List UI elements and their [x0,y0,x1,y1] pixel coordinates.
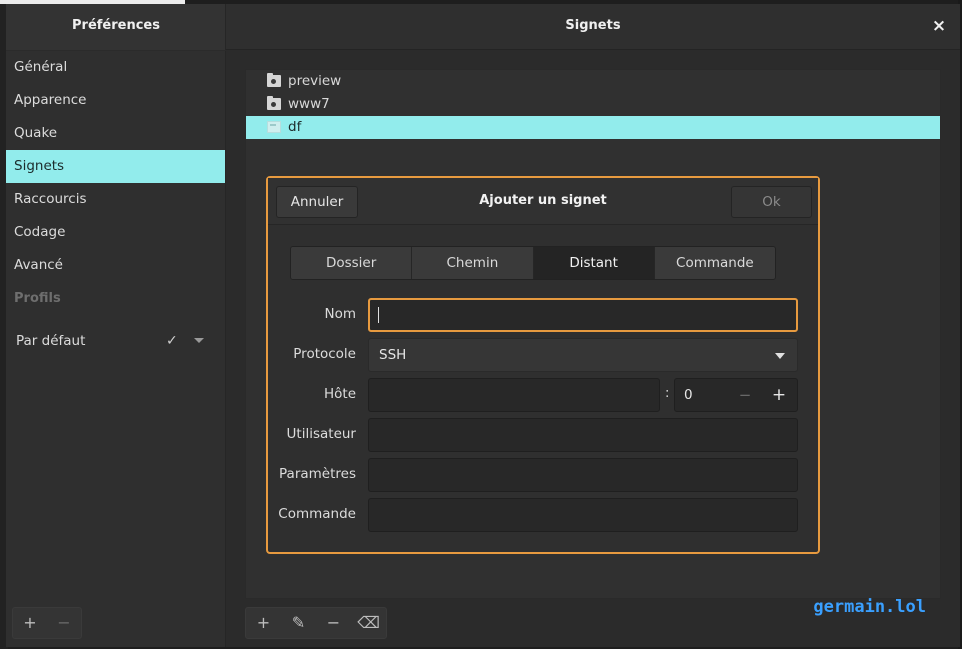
sidebar-item-quake[interactable]: Quake [6,117,225,150]
chevron-down-icon[interactable] [194,338,204,343]
folder-icon [267,96,281,110]
profile-label: Par défaut [16,333,86,349]
port-separator: : [665,386,670,401]
close-button[interactable]: × [930,16,948,36]
sidebar-item-appearance[interactable]: Apparence [6,84,225,117]
sidebar-item-encoding[interactable]: Codage [6,216,225,249]
name-field[interactable] [368,298,798,332]
tab-folder[interactable]: Dossier [291,247,413,279]
sidebar-item-general[interactable]: Général [6,51,225,84]
host-field[interactable] [368,378,660,412]
sidebar-header: Préférences [6,4,226,50]
folder-icon [267,73,281,87]
text-cursor [378,307,379,323]
dialog-header: Annuler Ajouter un signet Ok [268,178,818,225]
checkmark-icon: ✓ [166,333,178,349]
tab-remote[interactable]: Distant [533,247,655,279]
tab-command[interactable]: Commande [654,247,775,279]
list-item[interactable]: preview [246,70,940,93]
sidebar-item-shortcuts[interactable]: Raccourcis [6,183,225,216]
decrement-button[interactable]: − [733,379,757,411]
list-item[interactable]: www7 [246,93,940,116]
close-icon: × [931,16,947,36]
profile-item-default[interactable]: Par défaut ✓ [6,326,225,356]
protocol-select[interactable]: SSH [368,338,798,372]
port-value: 0 [684,387,693,403]
bookmark-label: preview [288,73,342,89]
bookmark-label: df [288,119,302,135]
host-label: Hôte [323,386,356,402]
ok-button[interactable]: Ok [731,186,812,218]
increment-button[interactable]: + [767,379,791,411]
remove-bookmark-button[interactable]: − [316,608,351,638]
sidebar-toolbar: + − [12,607,82,639]
profiles-heading: Profils [14,291,61,306]
add-bookmark-dialog: Annuler Ajouter un signet Ok Dossier Che… [266,176,820,554]
tab-path[interactable]: Chemin [412,247,534,279]
minus-icon: − [326,613,341,632]
sidebar-item-bookmarks[interactable]: Signets [6,150,225,183]
minus-icon: − [57,613,71,632]
sidebar-title: Préférences [72,18,160,33]
protocol-label: Protocole [293,346,356,362]
command-label: Commande [278,506,356,522]
port-stepper[interactable]: 0 − + [674,378,798,412]
add-profile-button[interactable]: + [13,608,47,638]
plus-icon: + [23,613,37,632]
add-bookmark-button[interactable]: + [246,608,281,638]
bookmark-label: www7 [288,96,330,112]
params-label: Paramètres [279,466,356,482]
header-bar: Préférences Signets × [6,4,960,50]
terminal-icon [267,121,281,133]
chevron-down-icon [775,353,785,359]
user-label: Utilisateur [286,426,356,442]
remove-profile-button[interactable]: − [47,608,81,638]
list-item[interactable]: df [246,116,940,139]
bookmark-type-tabs: Dossier Chemin Distant Commande [290,246,776,280]
edit-icon: ✎ [291,613,306,632]
clear-bookmarks-button[interactable]: ⌫ [351,608,386,638]
params-field[interactable] [368,458,798,492]
sidebar: Général Apparence Quake Signets Raccourc… [6,51,226,647]
protocol-value: SSH [379,347,407,363]
plus-icon: + [256,613,271,632]
name-label: Nom [324,306,356,322]
user-field[interactable] [368,418,798,452]
bookmarks-toolbar: + ✎ − ⌫ [245,607,387,639]
sidebar-item-advanced[interactable]: Avancé [6,249,225,282]
command-field[interactable] [368,498,798,532]
watermark: germain.lol [813,597,926,617]
backspace-icon: ⌫ [357,613,380,632]
edit-bookmark-button[interactable]: ✎ [281,608,316,638]
page-title: Signets [565,18,621,33]
